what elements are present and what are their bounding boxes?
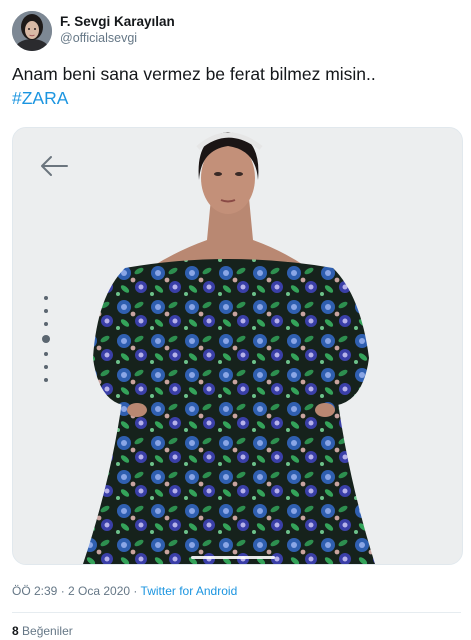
- author-handle[interactable]: @officialsevgi: [60, 31, 137, 45]
- carousel-indicator: [41, 296, 51, 391]
- carousel-dot[interactable]: [44, 352, 48, 356]
- carousel-dot[interactable]: [44, 309, 48, 313]
- arrow-left-icon[interactable]: [39, 155, 69, 177]
- tweet-text: Anam beni sana vermez be ferat bilmez mi…: [12, 62, 462, 110]
- carousel-dot[interactable]: [44, 296, 48, 300]
- carousel-dot-active[interactable]: [42, 335, 50, 343]
- likes-stat[interactable]: 8 Beğeniler: [12, 624, 73, 638]
- tweet-meta: ÖÖ 2:39 · 2 Oca 2020 · Twitter for Andro…: [12, 584, 237, 598]
- media-photo: [13, 128, 462, 564]
- tweet-date[interactable]: 2 Oca 2020: [68, 584, 130, 598]
- divider: [12, 612, 461, 613]
- likes-count: 8: [12, 624, 19, 638]
- carousel-dot[interactable]: [44, 378, 48, 382]
- tweet-media[interactable]: [12, 127, 463, 565]
- tweet-card: F. Sevgi Karayılan @officialsevgi Anam b…: [0, 0, 471, 640]
- hashtag-link[interactable]: #ZARA: [12, 86, 462, 110]
- tweet-source-link[interactable]: Twitter for Android: [141, 584, 238, 598]
- carousel-dot[interactable]: [44, 365, 48, 369]
- tweet-body: Anam beni sana vermez be ferat bilmez mi…: [12, 64, 376, 84]
- carousel-dot[interactable]: [44, 322, 48, 326]
- media-scrub-bar: [191, 556, 275, 559]
- tweet-time[interactable]: ÖÖ 2:39: [12, 584, 57, 598]
- meta-separator: ·: [130, 584, 141, 598]
- meta-separator: ·: [57, 584, 69, 598]
- author-name[interactable]: F. Sevgi Karayılan: [60, 14, 175, 29]
- avatar[interactable]: [12, 11, 52, 51]
- avatar-image: [12, 11, 52, 51]
- likes-label: Beğeniler: [22, 624, 73, 638]
